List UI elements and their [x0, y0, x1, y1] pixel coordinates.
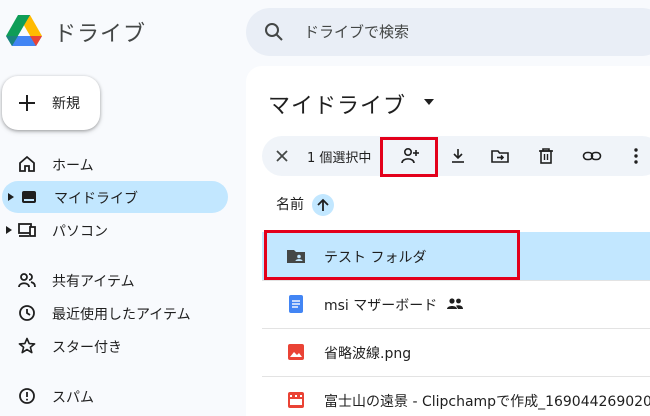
search-icon[interactable]: [262, 20, 286, 44]
new-button-label: 新規: [52, 96, 80, 112]
sidebar-item-spam[interactable]: スパム: [0, 380, 228, 412]
home-icon: [19, 155, 35, 172]
more-vert-icon[interactable]: [626, 146, 646, 166]
spam-icon: [19, 388, 35, 404]
clock-icon: [19, 305, 35, 321]
sort-column-name[interactable]: 名前: [276, 194, 304, 214]
app-title[interactable]: ドライブ: [54, 16, 146, 48]
link-icon[interactable]: [582, 146, 602, 166]
sidebar-item-computers[interactable]: パソコン: [0, 214, 228, 246]
plus-icon: [19, 95, 35, 111]
download-icon[interactable]: [448, 146, 468, 166]
shared-people-icon: [447, 298, 463, 309]
search-bar[interactable]: [246, 8, 650, 56]
sort-direction-button[interactable]: [312, 194, 334, 216]
sidebar-item-my-drive[interactable]: マイドライブ: [2, 181, 228, 213]
arrow-up-icon: [317, 198, 329, 211]
computers-icon: [18, 223, 36, 237]
shared-people-icon: [18, 273, 36, 288]
trash-icon[interactable]: [536, 146, 556, 166]
new-button[interactable]: 新規: [2, 76, 100, 130]
sidebar-item-label: 共有アイテム: [52, 274, 135, 290]
file-row[interactable]: 富士山の遠景 - Clipchampで作成_1690442690209: [262, 376, 650, 416]
google-drive-logo-icon: [6, 15, 42, 46]
my-drive-icon: [22, 191, 36, 203]
sidebar-item-label: スパム: [52, 390, 94, 406]
sidebar-item-label: スター付き: [52, 340, 122, 356]
selection-toolbar: 1 個選択中: [262, 136, 650, 176]
share-button-highlight: [380, 137, 438, 177]
file-row[interactable]: 省略波線.png: [262, 328, 650, 376]
sidebar-item-label: 最近使用したアイテム: [52, 307, 191, 323]
chevron-down-icon[interactable]: [424, 99, 434, 105]
page-title[interactable]: マイドライブ: [268, 88, 406, 120]
sidebar-item-label: マイドライブ: [54, 191, 138, 207]
sidebar-item-shared[interactable]: 共有アイテム: [0, 264, 228, 296]
file-name: 省略波線.png: [324, 346, 412, 362]
file-row[interactable]: msi マザーボード: [262, 280, 650, 328]
sidebar-item-starred[interactable]: スター付き: [0, 330, 228, 362]
selection-count: 1 個選択中: [307, 151, 372, 166]
sidebar-item-label: ホーム: [52, 158, 94, 174]
folder-row-highlight: [264, 230, 520, 280]
expand-caret-icon[interactable]: [8, 193, 14, 201]
file-name: msi マザーボード: [324, 298, 438, 314]
search-input[interactable]: [304, 21, 634, 43]
close-icon[interactable]: [274, 148, 290, 164]
google-doc-icon: [289, 295, 303, 313]
file-name: 富士山の遠景 - Clipchampで作成_1690442690209: [324, 394, 650, 410]
star-icon: [18, 337, 36, 354]
image-file-icon: [288, 344, 304, 360]
sidebar-item-label: パソコン: [52, 224, 108, 240]
sidebar-item-home[interactable]: ホーム: [0, 148, 228, 180]
expand-caret-icon[interactable]: [6, 226, 12, 234]
move-to-folder-icon[interactable]: [490, 146, 510, 166]
video-file-icon: [288, 392, 304, 408]
sidebar-item-recent[interactable]: 最近使用したアイテム: [0, 297, 228, 329]
